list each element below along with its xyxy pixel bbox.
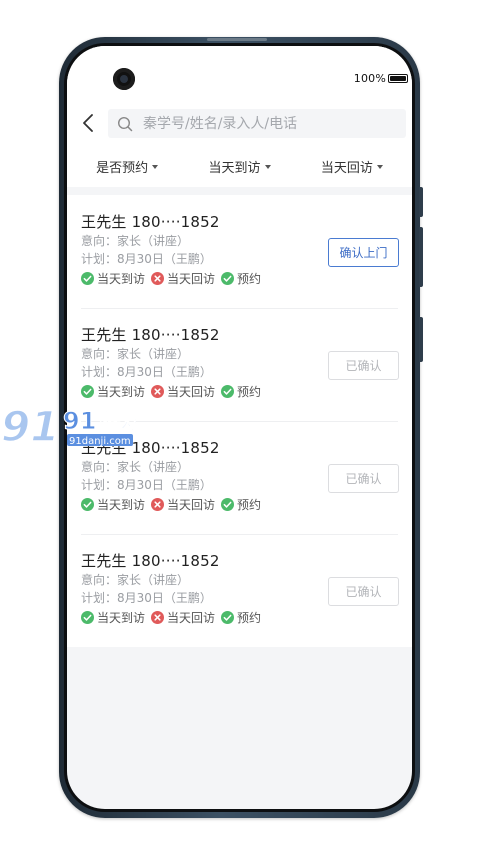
filter-bar: 是否预约 当天到访 当天回访 <box>67 146 412 187</box>
search-input[interactable] <box>141 114 391 133</box>
confirmed-button: 已确认 <box>328 351 399 380</box>
battery-icon <box>388 74 408 83</box>
back-button[interactable] <box>79 112 99 134</box>
status-tag: 预约 <box>221 496 261 513</box>
status-tag-label: 预约 <box>237 610 262 625</box>
status-tag-label: 预约 <box>237 384 262 399</box>
filter-label: 是否预约 <box>96 161 149 176</box>
check-circle-icon <box>81 384 94 398</box>
check-circle-icon <box>221 497 235 511</box>
watermark-number: 91 <box>1 402 59 451</box>
caret-down-icon <box>152 164 159 169</box>
chevron-left-icon <box>83 114 93 132</box>
filter-appointment[interactable]: 是否预约 <box>96 157 159 176</box>
record-title: 王先生 180····1852 <box>81 213 220 231</box>
power-button <box>419 317 423 362</box>
status-tag-label: 当天回访 <box>167 271 216 286</box>
filter-label: 当天回访 <box>320 161 373 176</box>
status-tag: 预约 <box>221 270 261 287</box>
status-tag-label: 当天到访 <box>97 610 146 625</box>
front-camera <box>113 68 135 90</box>
record-tags: 当天到访 当天回访 预约 <box>81 382 412 400</box>
status-tag-label: 当天回访 <box>167 610 216 625</box>
filter-same-day-visit[interactable]: 当天到访 <box>208 157 271 176</box>
status-tag-label: 当天回访 <box>167 497 216 512</box>
status-tag-label: 当天到访 <box>97 271 146 286</box>
status-bar: 100% <box>67 46 412 101</box>
filter-same-day-callback[interactable]: 当天回访 <box>321 157 383 176</box>
record-card[interactable]: 王先生 180····1852 意向：家长（讲座） 计划：8月30日（王鹏） 当天到访… <box>67 195 412 308</box>
watermark-url: 91danji.com <box>69 436 131 447</box>
record-tags: 当天到访 当天回访 预约 <box>81 269 412 287</box>
x-circle-icon <box>151 497 165 511</box>
status-tag-label: 预约 <box>237 497 262 512</box>
x-circle-icon <box>151 384 165 398</box>
record-card[interactable]: 王先生 180····1852 意向：家长（讲座） 计划：8月30日（王鹏） 当天到访… <box>67 534 412 647</box>
watermark-logo-text: 91游戏 <box>63 407 136 435</box>
status-tag: 当天回访 <box>151 383 215 400</box>
status-tag: 当天到访 <box>81 496 145 513</box>
check-circle-icon <box>221 384 235 398</box>
search-header <box>67 101 412 146</box>
phone-speaker <box>207 38 267 41</box>
status-tag: 当天回访 <box>151 609 215 626</box>
status-tag: 当天回访 <box>151 496 215 513</box>
volume-down-button <box>419 227 423 287</box>
battery-percent: 100% <box>353 72 386 85</box>
search-box[interactable] <box>108 109 406 138</box>
check-circle-icon <box>221 610 235 624</box>
status-tag-label: 当天到访 <box>97 497 146 512</box>
status-tag: 当天到访 <box>81 270 145 287</box>
status-tag-label: 当天到访 <box>97 384 146 399</box>
check-circle-icon <box>221 271 235 285</box>
status-tag: 预约 <box>221 383 261 400</box>
status-tag: 当天回访 <box>151 270 215 287</box>
caret-down-icon <box>376 164 383 169</box>
x-circle-icon <box>151 271 165 285</box>
record-title: 王先生 180····1852 <box>81 552 220 570</box>
record-tags: 当天到访 当天回访 预约 <box>81 495 412 513</box>
check-circle-icon <box>81 271 94 285</box>
record-title: 王先生 180····1852 <box>81 326 220 344</box>
filter-label: 当天到访 <box>208 161 261 176</box>
status-tag-label: 当天回访 <box>167 384 216 399</box>
watermark-logo: 91 91游戏 91danji.com <box>1 401 136 452</box>
check-circle-icon <box>81 610 94 624</box>
confirmed-button: 已确认 <box>328 577 399 606</box>
search-icon <box>117 116 133 131</box>
status-tag-label: 预约 <box>237 271 262 286</box>
status-tag: 当天到访 <box>81 383 145 400</box>
volume-up-button <box>419 187 423 217</box>
check-circle-icon <box>81 497 94 511</box>
confirm-visit-button[interactable]: 确认上门 <box>328 238 399 267</box>
record-tags: 当天到访 当天回访 预约 <box>81 608 412 626</box>
status-tag: 当天到访 <box>81 609 145 626</box>
x-circle-icon <box>151 610 165 624</box>
caret-down-icon <box>264 164 271 169</box>
status-tag: 预约 <box>221 609 261 626</box>
confirmed-button: 已确认 <box>328 464 399 493</box>
